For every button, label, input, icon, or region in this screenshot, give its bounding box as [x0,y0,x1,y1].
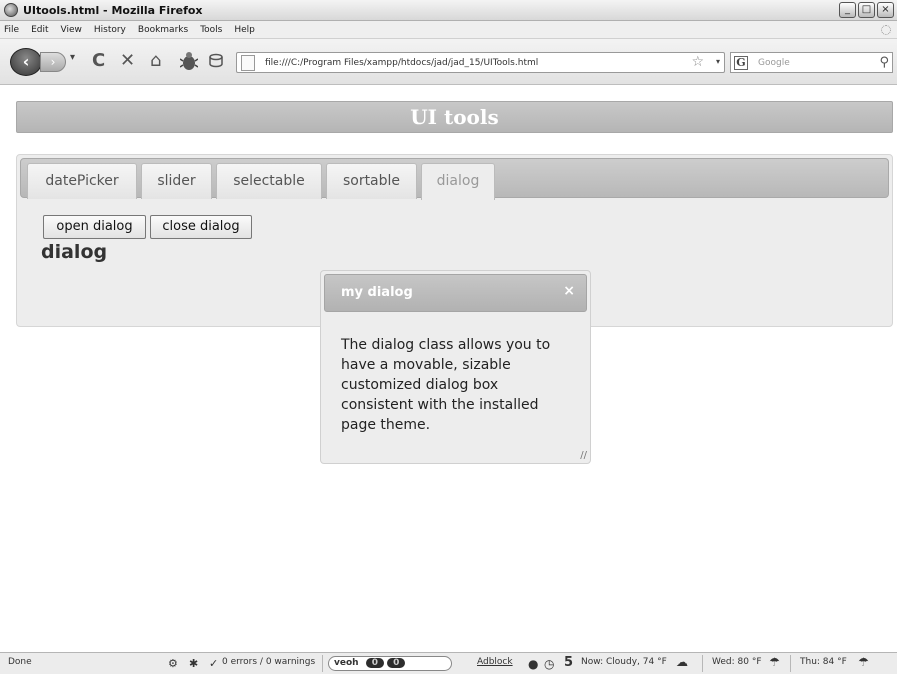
panel-title: dialog [41,241,108,263]
status-bar: Done ⚙ ✱ ✓ 0 errors / 0 warnings veoh 0 … [0,652,897,674]
menu-view[interactable]: View [61,25,82,35]
menu-bar: File Edit View History Bookmarks Tools H… [0,21,897,39]
url-dropdown-icon[interactable]: ▾ [716,57,720,66]
history-dropdown-icon[interactable]: ▾ [70,52,75,63]
page-content: UI tools datePicker slider selectable so… [0,86,897,652]
veoh-label: veoh [334,658,359,668]
status-text: Done [8,657,32,667]
status-separator [702,655,703,672]
tab-dialog[interactable]: dialog [421,163,495,200]
adblock-link[interactable]: Adblock [477,657,513,667]
search-bar[interactable]: G Google ⚲ [730,52,893,73]
firebug-icon[interactable] [179,51,199,71]
search-engine-icon[interactable]: G [734,55,748,70]
forward-button[interactable]: › [40,52,66,72]
menu-tools[interactable]: Tools [200,25,222,35]
check-icon[interactable]: ✓ [209,657,218,670]
window-titlebar: UItools.html - Mozilla Firefox _ □ × [0,0,897,21]
firebug-status-icon[interactable]: ✱ [189,657,198,670]
status-dot-icon[interactable]: ● [528,657,538,671]
extension-icon[interactable]: ⚙ [168,657,178,670]
weather-thu[interactable]: Thu: 84 °F [800,657,847,667]
rain-cloud-icon: ☂ [858,655,869,669]
url-bar[interactable]: file:///C:/Program Files/xampp/htdocs/ja… [236,52,725,73]
menu-edit[interactable]: Edit [31,25,48,35]
menu-help[interactable]: Help [234,25,255,35]
bookmark-star-icon[interactable]: ☆ [691,54,704,70]
dialog-titlebar[interactable]: my dialog × [324,274,587,312]
tab-sortable[interactable]: sortable [326,163,417,199]
maximize-button[interactable]: □ [858,2,875,18]
back-button[interactable]: ‹ [10,48,42,76]
dialog: my dialog × The dialog class allows you … [320,270,591,464]
window-title: UItools.html - Mozilla Firefox [23,3,203,17]
firefox-icon [4,3,18,17]
tabs-nav: datePicker slider selectable sortable di… [20,158,889,200]
page-header: UI tools [16,101,893,133]
tab-slider[interactable]: slider [141,163,212,199]
window-controls: _ □ × [839,2,894,18]
navigation-toolbar: ‹ › ▾ C ✕ ⌂ file:///C:/Program Files/xam… [0,39,897,85]
veoh-count-1: 0 [365,658,384,668]
search-input[interactable]: Google [758,58,790,68]
stop-button[interactable]: ✕ [120,51,135,71]
page-icon [241,54,255,71]
status-separator [322,655,323,672]
rain-cloud-icon: ☂ [769,655,780,669]
errors-warnings[interactable]: 0 errors / 0 warnings [222,657,315,667]
tab-datepicker[interactable]: datePicker [27,163,137,199]
database-icon[interactable] [208,51,224,71]
minimize-button[interactable]: _ [839,2,856,18]
url-text[interactable]: file:///C:/Program Files/xampp/htdocs/ja… [265,58,538,68]
weather-wed[interactable]: Wed: 80 °F [712,657,762,667]
close-window-button[interactable]: × [877,2,894,18]
menu-bookmarks[interactable]: Bookmarks [138,25,188,35]
throbber-icon [881,25,891,35]
dialog-title: my dialog [341,285,413,300]
open-dialog-button[interactable]: open dialog [43,215,146,239]
clock-icon[interactable]: ◷ [544,657,554,671]
menu-file[interactable]: File [4,25,19,35]
weather-now[interactable]: Now: Cloudy, 74 °F [581,657,667,667]
close-icon[interactable]: × [563,283,575,299]
resize-handle-icon[interactable]: // [580,450,587,461]
veoh-count-2: 0 [387,658,406,668]
dialog-body: The dialog class allows you to have a mo… [341,337,551,433]
status-counter: 5 [564,655,574,670]
tab-selectable[interactable]: selectable [216,163,322,199]
search-icon[interactable]: ⚲ [879,55,889,70]
menu-history[interactable]: History [94,25,126,35]
cloud-icon: ☁ [676,655,688,669]
veoh-widget[interactable]: veoh 0 0 [328,656,452,671]
status-separator [790,655,791,672]
home-button[interactable]: ⌂ [150,51,161,71]
close-dialog-button[interactable]: close dialog [150,215,252,239]
reload-button[interactable]: C [92,51,105,71]
